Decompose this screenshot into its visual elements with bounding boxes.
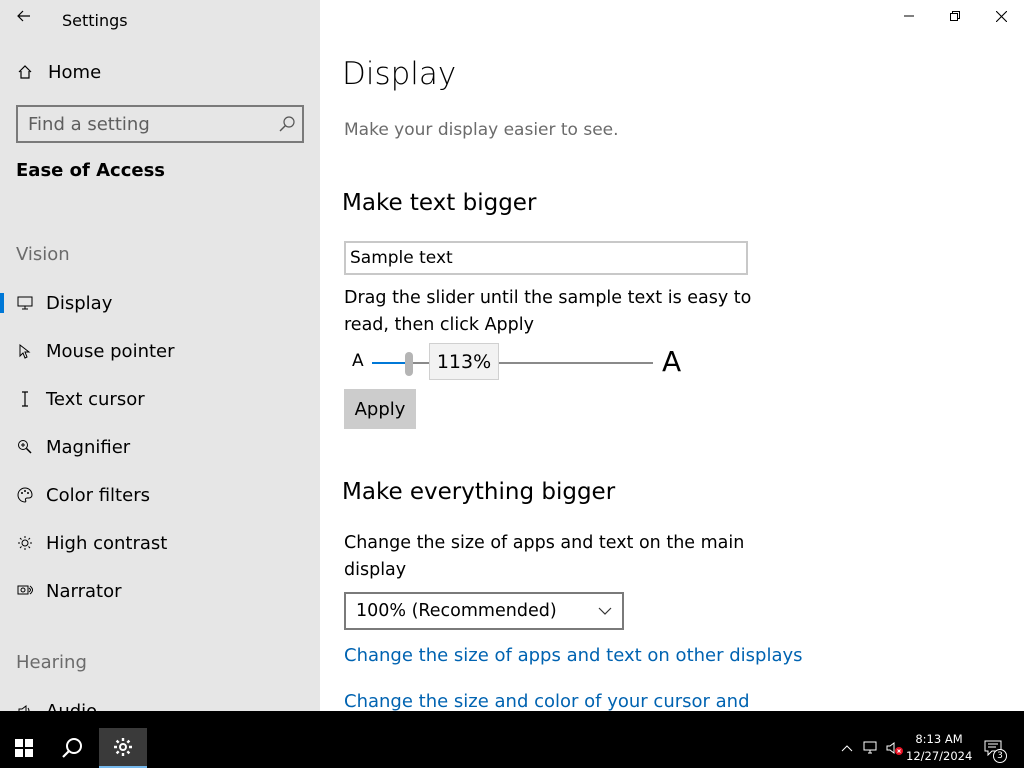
home-nav-item[interactable]: Home bbox=[0, 56, 320, 88]
page-subtitle: Make your display easier to see. bbox=[344, 120, 619, 140]
sidebar-item-narrator[interactable]: Narrator bbox=[0, 571, 320, 611]
back-button[interactable] bbox=[12, 4, 36, 28]
search-input[interactable] bbox=[28, 113, 268, 135]
scale-description: Change the size of apps and text on the … bbox=[344, 533, 745, 580]
sidebar-item-label: Color filters bbox=[46, 484, 150, 506]
everything-section-heading: Make everything bigger bbox=[342, 479, 616, 505]
text-cursor-icon bbox=[16, 390, 34, 408]
taskbar-settings-button[interactable] bbox=[99, 728, 147, 768]
chevron-up-icon bbox=[841, 745, 853, 752]
chevron-down-icon bbox=[598, 607, 612, 615]
group-label-vision: Vision bbox=[16, 244, 70, 265]
sidebar-item-label: Audio bbox=[46, 700, 98, 712]
narrator-icon bbox=[16, 582, 34, 600]
start-button[interactable] bbox=[0, 728, 48, 768]
notification-badge: 3 bbox=[993, 749, 1007, 763]
monitor-icon bbox=[16, 294, 34, 312]
clock-date: 12/27/2024 bbox=[906, 749, 973, 763]
sidebar: Settings Home Ease of Access Vision Disp… bbox=[0, 0, 320, 711]
slider-thumb[interactable] bbox=[404, 352, 413, 376]
slider-fill bbox=[372, 362, 409, 364]
section-title: Ease of Access bbox=[16, 160, 166, 181]
sidebar-item-text-cursor[interactable]: Text cursor bbox=[0, 379, 320, 419]
show-hidden-icons-button[interactable] bbox=[837, 738, 857, 758]
slider-value-tooltip: 113% bbox=[429, 343, 499, 380]
settings-gear-icon bbox=[114, 738, 132, 756]
taskbar-search-button[interactable] bbox=[48, 728, 96, 768]
mouse-pointer-icon bbox=[16, 342, 34, 360]
color-filters-icon bbox=[16, 486, 34, 504]
sidebar-item-display[interactable]: Display bbox=[0, 283, 320, 323]
scale-dropdown[interactable]: 100% (Recommended) bbox=[344, 592, 624, 630]
sample-text-box: Sample text bbox=[344, 241, 748, 275]
home-icon bbox=[16, 63, 34, 81]
magnifier-icon bbox=[16, 438, 34, 456]
main-content: Display Make your display easier to see.… bbox=[320, 0, 1024, 711]
network-icon bbox=[863, 741, 877, 754]
sidebar-item-label: Display bbox=[46, 292, 113, 314]
home-label: Home bbox=[48, 61, 102, 83]
search-box[interactable] bbox=[16, 105, 304, 143]
sidebar-item-label: Narrator bbox=[46, 580, 122, 602]
taskbar: 8:13 AM 12/27/2024 3 bbox=[0, 711, 1024, 768]
sidebar-item-color-filters[interactable]: Color filters bbox=[0, 475, 320, 515]
app-title: Settings bbox=[62, 11, 128, 30]
scale-dropdown-value: 100% (Recommended) bbox=[356, 601, 557, 621]
text-section-heading: Make text bigger bbox=[342, 190, 537, 216]
sidebar-item-label: Mouse pointer bbox=[46, 340, 175, 362]
sidebar-item-audio[interactable]: Audio bbox=[0, 691, 320, 711]
high-contrast-icon bbox=[16, 534, 34, 552]
search-icon[interactable] bbox=[278, 115, 296, 133]
slider-min-label: A bbox=[352, 351, 364, 371]
slider-track[interactable] bbox=[372, 362, 653, 364]
volume-tray-button[interactable] bbox=[885, 738, 905, 758]
slider-max-label: A bbox=[662, 345, 682, 378]
windows-start-icon bbox=[15, 739, 33, 757]
sidebar-item-label: Text cursor bbox=[46, 388, 145, 410]
cursor-size-link[interactable]: Change the size and color of your cursor… bbox=[344, 691, 750, 711]
back-arrow-icon bbox=[17, 10, 30, 22]
sidebar-item-label: Magnifier bbox=[46, 436, 131, 458]
slider-description: Drag the slider until the sample text is… bbox=[344, 288, 752, 335]
network-tray-button[interactable] bbox=[861, 738, 881, 758]
sidebar-item-label: High contrast bbox=[46, 532, 168, 554]
text-size-slider[interactable]: A 113% A bbox=[344, 343, 704, 383]
sidebar-item-high-contrast[interactable]: High contrast bbox=[0, 523, 320, 563]
sidebar-item-mouse-pointer[interactable]: Mouse pointer bbox=[0, 331, 320, 371]
group-label-hearing: Hearing bbox=[16, 652, 87, 673]
volume-muted-icon bbox=[886, 742, 903, 755]
sidebar-item-magnifier[interactable]: Magnifier bbox=[0, 427, 320, 467]
taskbar-clock[interactable]: 8:13 AM 12/27/2024 bbox=[906, 731, 972, 765]
audio-icon bbox=[16, 702, 34, 711]
other-displays-link[interactable]: Change the size of apps and text on othe… bbox=[344, 645, 803, 666]
search-icon bbox=[62, 738, 82, 758]
apply-button[interactable]: Apply bbox=[344, 389, 416, 429]
page-title: Display bbox=[342, 56, 457, 92]
clock-time: 8:13 AM bbox=[915, 732, 963, 746]
